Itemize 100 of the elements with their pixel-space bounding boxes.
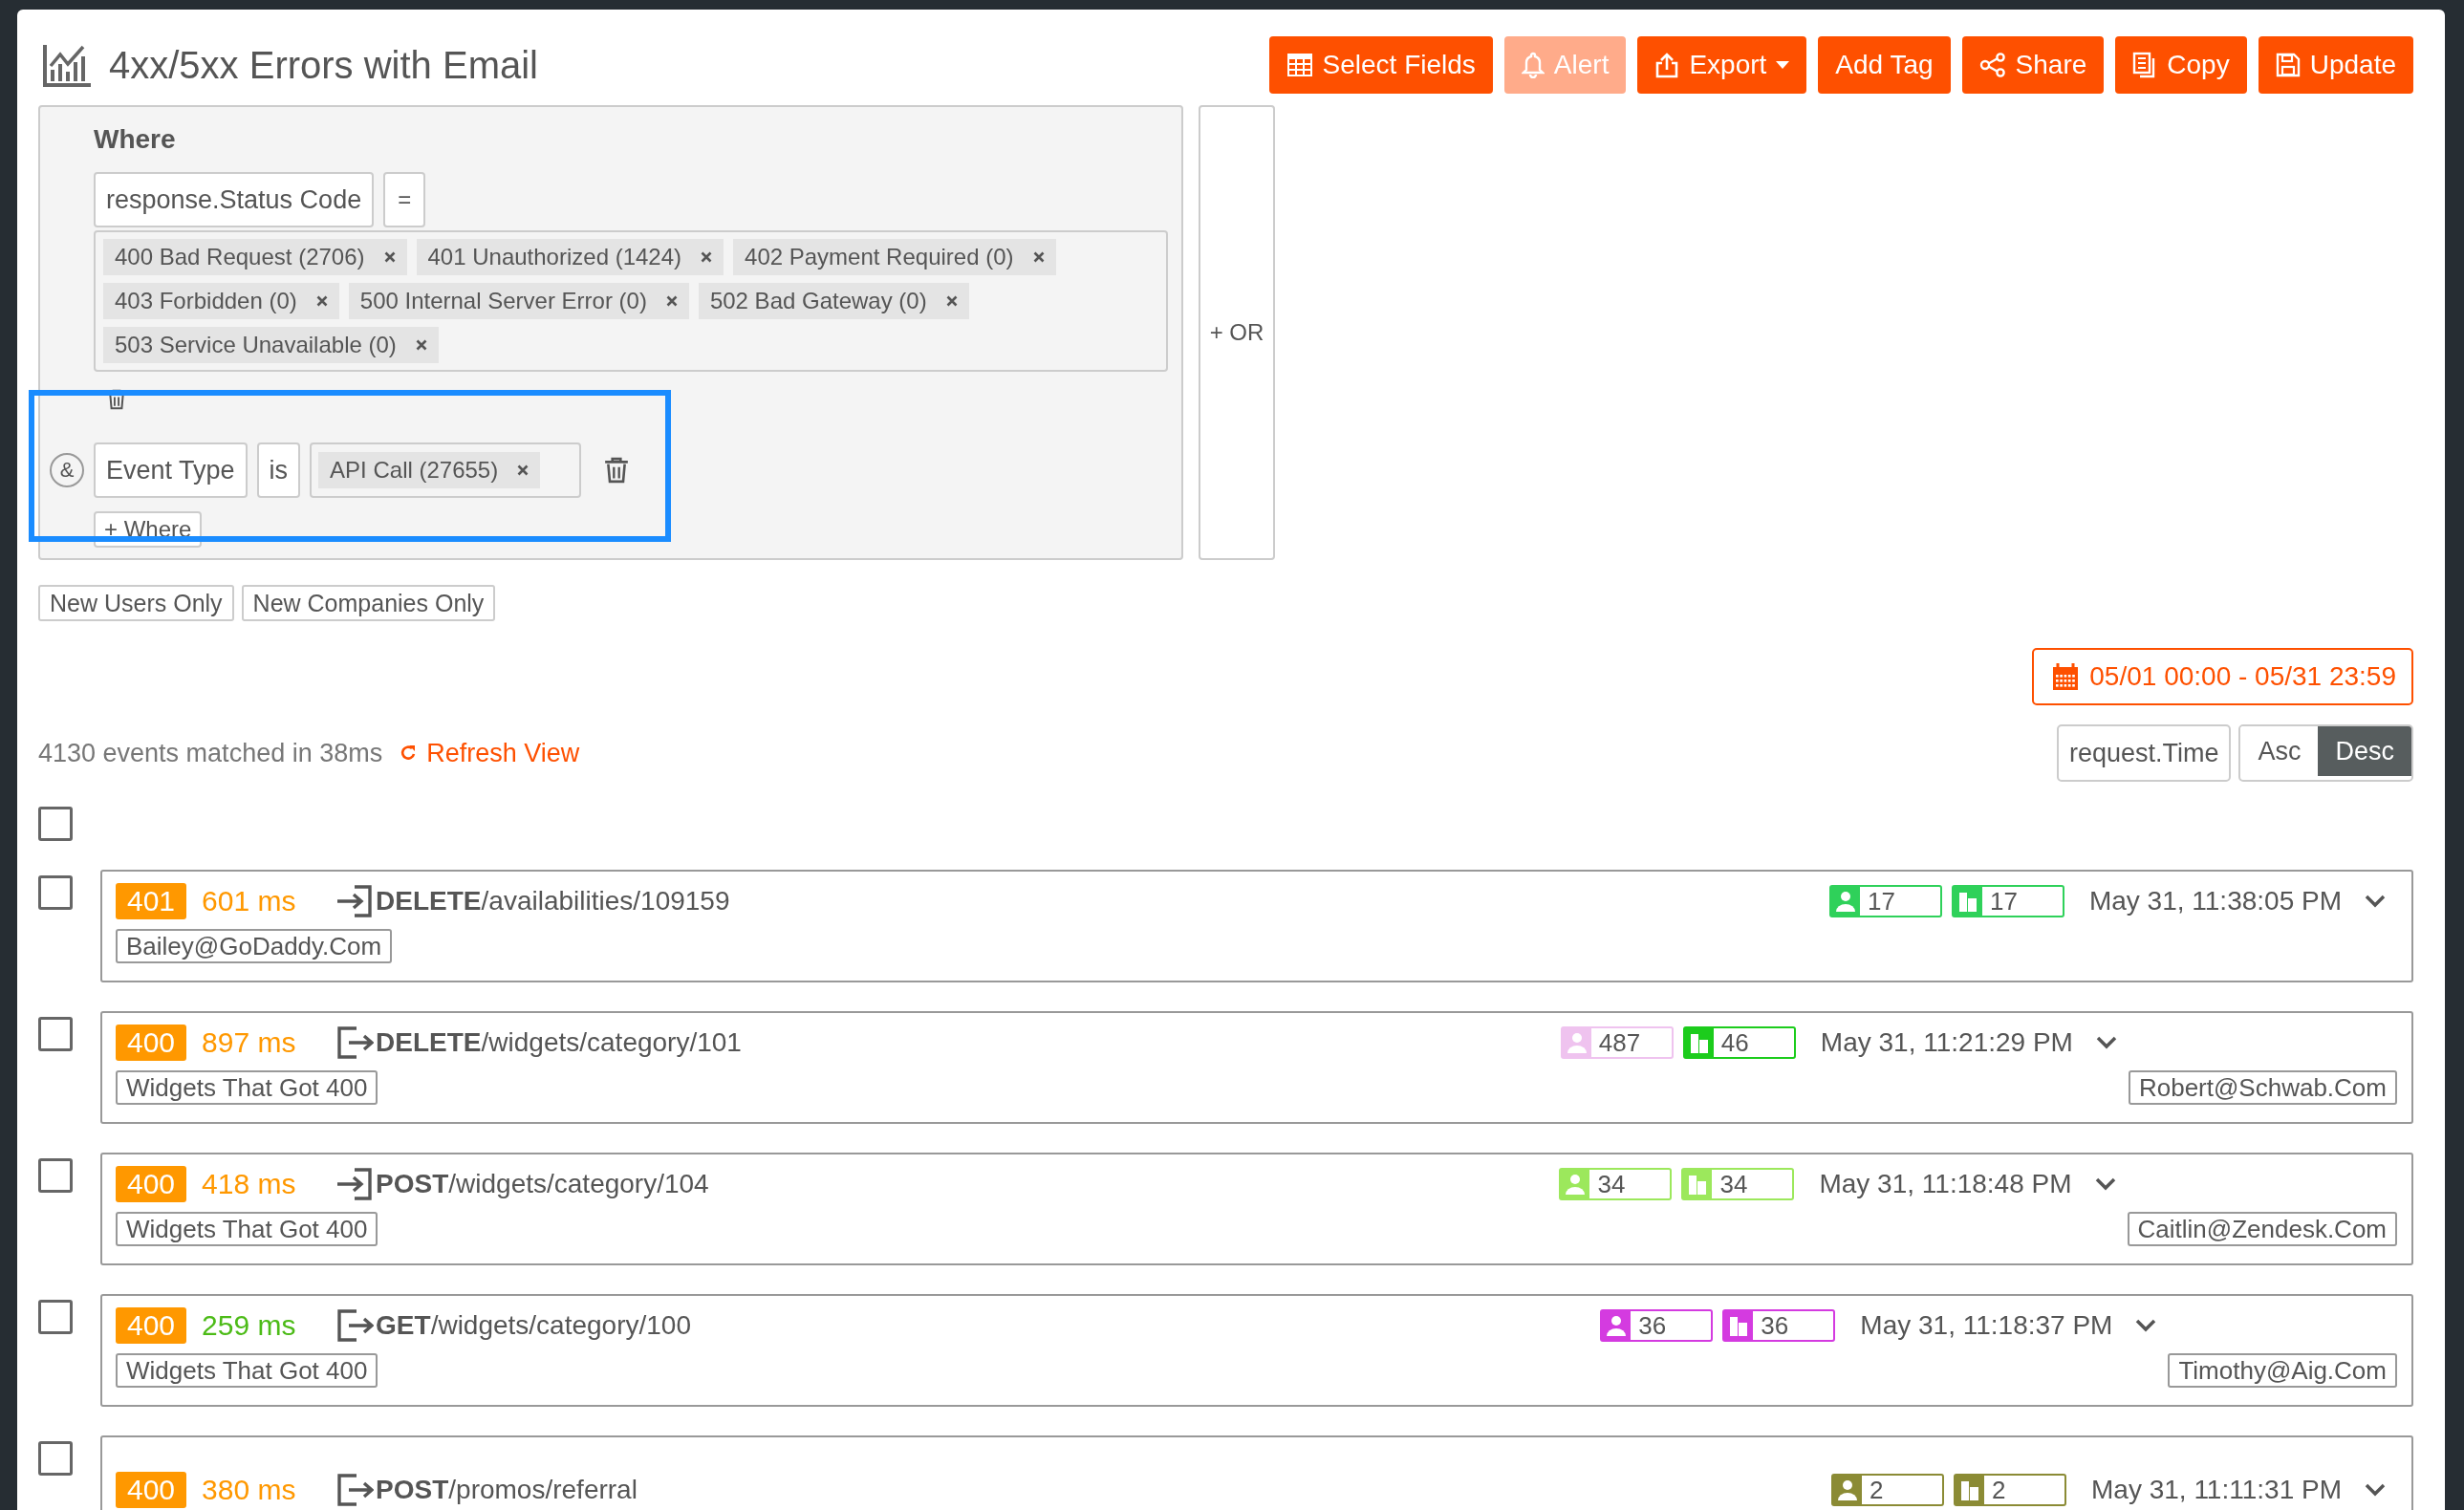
user-icon [1565,1174,1587,1195]
user-count-badge: 487 [1560,1026,1674,1059]
bell-icon [1521,52,1545,78]
row-checkbox[interactable] [38,1017,73,1051]
event-tag: Bailey@GoDaddy.Com [116,929,393,963]
duration: 259 ms [202,1309,297,1342]
calendar-icon [2051,662,2081,691]
remove-icon[interactable] [517,464,530,476]
user-email-tag: Robert@Schwab.Com [2128,1070,2397,1105]
upload-icon [1654,52,1680,78]
timestamp: May 31, 11:18:37 PM [1860,1310,2113,1341]
value-tag: 503 Service Unavailable (0) [103,327,439,363]
duration: 601 ms [202,885,297,917]
chevron-down-icon[interactable] [2135,1319,2157,1332]
company-count-badge: 2 [1954,1474,2066,1506]
share-icon [1978,53,2006,77]
duration: 418 ms [202,1168,297,1200]
sign-out-icon [335,1308,375,1343]
timestamp: May 31, 11:38:05 PM [2088,886,2342,917]
request-path: POST/promos/referral [376,1475,638,1505]
status-badge: 400 [116,1166,187,1202]
remove-icon[interactable] [945,295,958,307]
remove-icon[interactable] [701,251,713,263]
user-icon [1837,1479,1858,1500]
event-tag: Widgets That Got 400 [116,1353,378,1388]
user-icon [1606,1315,1628,1336]
value-tag: 401 Unauthorized (1424) [416,239,724,275]
user-icon [1566,1032,1588,1053]
field-select[interactable]: Event Type [94,442,248,498]
event-tag: Widgets That Got 400 [116,1070,378,1105]
remove-icon[interactable] [665,295,678,307]
row-checkbox[interactable] [38,875,73,910]
status-badge: 400 [116,1472,187,1508]
event-card[interactable]: 400 897 ms DELETE/widgets/category/101 487 46 May 31, 11:21:29 PM Widgets That Got 400 Robert@Schwab.Com [100,1011,2413,1124]
refresh-icon [400,744,418,762]
duration: 380 ms [202,1474,297,1506]
event-card[interactable]: 400 380 ms POST/promos/referral 2 2 May 31, 11:11:31 PM [100,1435,2413,1510]
chart-icon [42,43,92,87]
chevron-down-icon[interactable] [2095,1036,2117,1049]
save-icon [2275,53,2301,77]
value-tag: 403 Forbidden (0) [103,283,339,319]
event-card[interactable]: 401 601 ms DELETE/availabilities/109159 17 17 May 31, 11:38:05 PM Bailey@GoDaddy.Com [100,870,2413,982]
sign-out-icon [335,1473,375,1507]
select-all-checkbox[interactable] [38,807,73,841]
values-field[interactable]: 400 Bad Request (2706) 401 Unauthorized (1424) 402 Payment Required (0) 403 Forbidden (0) 500 Internal Server Error (0) 502 Bad Gateway (0) 503 Service Unavailable (0) [94,230,1168,372]
quick-filter-button[interactable]: New Companies Only [241,585,496,621]
remove-icon[interactable] [315,295,328,307]
field-select[interactable]: response.Status Code [94,172,375,227]
chevron-down-icon[interactable] [2365,895,2386,908]
row-checkbox[interactable] [38,1300,73,1334]
table-icon [1286,53,1313,77]
building-icon [1688,1032,1710,1053]
sort-field-select[interactable]: request.Time [2056,724,2232,782]
event-card[interactable]: 400 418 ms POST/widgets/category/104 34 34 May 31, 11:18:48 PM Widgets That Got 400 Caitlin@Zendesk.Com [100,1153,2413,1265]
add-or-button[interactable]: + OR [1199,105,1275,560]
chevron-down-icon[interactable] [2365,1483,2386,1497]
operator-select[interactable]: = [383,172,426,227]
company-count-badge: 34 [1681,1168,1795,1200]
chevron-down-icon[interactable] [2094,1177,2116,1191]
user-count-badge: 34 [1559,1168,1673,1200]
user-count-badge: 17 [1828,885,1942,917]
row-checkbox[interactable] [38,1158,73,1193]
user-count-badge: 36 [1600,1309,1714,1342]
connector-toggle[interactable]: & [50,453,84,487]
page-title: 4xx/5xx Errors with Email [109,43,538,87]
building-icon [1687,1174,1709,1195]
company-count-badge: 36 [1722,1309,1836,1342]
event-card[interactable]: 400 259 ms GET/widgets/category/100 36 36 May 31, 11:18:37 PM Widgets That Got 400 Timothy@Aig.Com [100,1294,2413,1407]
quick-filter-button[interactable]: New Users Only [38,585,234,621]
value-tag: 502 Bad Gateway (0) [698,283,969,319]
remove-icon[interactable] [383,251,396,263]
trash-icon[interactable] [604,457,630,484]
building-icon [1956,891,1978,912]
user-email-tag: Timothy@Aig.Com [2168,1353,2397,1388]
company-count-badge: 46 [1682,1026,1796,1059]
value-tag: 400 Bad Request (2706) [103,239,407,275]
request-path: DELETE/availabilities/109159 [376,886,730,917]
values-field[interactable]: API Call (27655) [310,442,582,498]
status-badge: 401 [116,883,187,919]
request-path: POST/widgets/category/104 [376,1169,709,1199]
caret-icon [1776,60,1790,70]
building-icon [1728,1315,1750,1336]
sign-in-icon [335,1167,375,1201]
duration: 897 ms [202,1026,297,1059]
status-badge: 400 [116,1025,187,1061]
user-email-tag: Caitlin@Zendesk.Com [2127,1212,2397,1246]
status-badge: 400 [116,1307,187,1344]
remove-icon[interactable] [415,339,427,351]
operator-select[interactable]: is [256,442,301,498]
user-icon [1834,891,1856,912]
sign-out-icon [335,1025,375,1060]
sort-order-toggle[interactable]: Desc [2318,726,2411,776]
remove-icon[interactable] [1032,251,1045,263]
row-checkbox[interactable] [38,1441,73,1476]
value-tag: 500 Internal Server Error (0) [348,283,689,319]
value-tag: 402 Payment Required (0) [733,239,1056,275]
user-count-badge: 2 [1831,1474,1944,1506]
request-path: GET/widgets/category/100 [376,1310,691,1341]
building-icon [1959,1479,1980,1500]
sign-in-icon [335,884,375,918]
